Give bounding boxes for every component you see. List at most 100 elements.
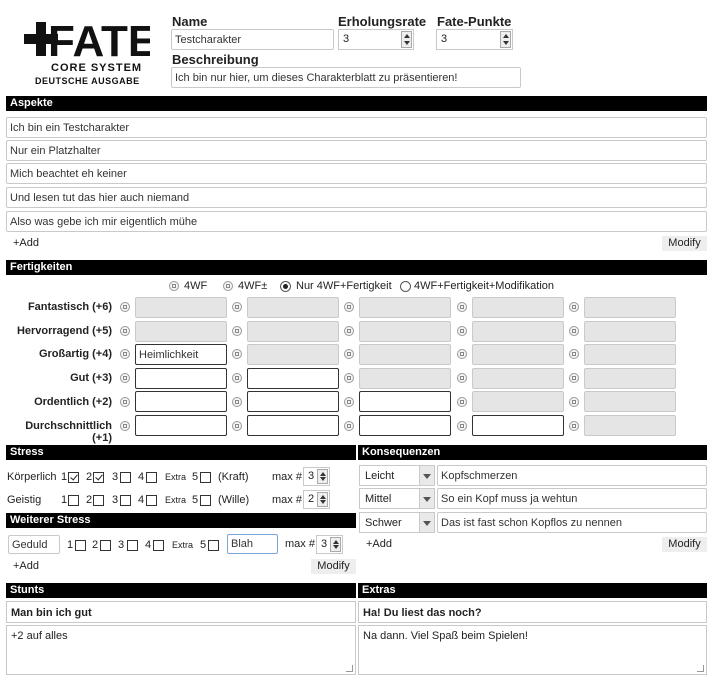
resize-grip-icon[interactable] xyxy=(346,665,353,672)
fate-dice-icon[interactable] xyxy=(232,326,242,336)
skill-slot[interactable] xyxy=(584,415,676,436)
stress-max-stepper[interactable]: 2 xyxy=(303,490,330,509)
skill-slot[interactable] xyxy=(135,344,227,365)
skill-slot[interactable] xyxy=(472,344,564,365)
stress-checkbox[interactable] xyxy=(120,495,131,506)
consequence-severity-select[interactable]: Leicht xyxy=(359,465,435,486)
stress-checkbox[interactable] xyxy=(200,472,211,483)
consequence-input[interactable] xyxy=(437,512,707,533)
stress-checkbox[interactable] xyxy=(208,540,219,551)
fate-dice-icon[interactable] xyxy=(120,326,130,336)
skill-slot[interactable] xyxy=(584,391,676,412)
fate-dice-icon[interactable] xyxy=(569,421,579,431)
fate-dice-icon[interactable] xyxy=(120,302,130,312)
option-label[interactable]: 4WF± xyxy=(238,280,267,292)
option-label[interactable]: 4WF xyxy=(184,280,207,292)
skill-slot[interactable] xyxy=(472,297,564,318)
consequences-modify-button[interactable]: Modify xyxy=(662,537,707,552)
stunt-name-input[interactable]: Man bin ich gut xyxy=(6,601,356,623)
fate-dice-icon[interactable] xyxy=(569,397,579,407)
option-label[interactable]: Nur 4WF+Fertigkeit xyxy=(296,280,392,292)
skill-slot[interactable] xyxy=(247,297,339,318)
aspect-input[interactable] xyxy=(6,117,707,138)
spinner-arrows-icon[interactable] xyxy=(500,31,511,48)
skill-slot[interactable] xyxy=(359,321,451,342)
aspect-input[interactable] xyxy=(6,163,707,184)
stress-max-stepper[interactable]: 3 xyxy=(303,467,330,486)
fate-dice-icon[interactable] xyxy=(344,326,354,336)
fate-dice-icon[interactable] xyxy=(344,349,354,359)
stress-checkbox[interactable] xyxy=(153,540,164,551)
skill-slot[interactable] xyxy=(135,415,227,436)
skill-slot[interactable] xyxy=(135,297,227,318)
extra-name-input[interactable]: Ha! Du liest das noch? xyxy=(358,601,707,623)
fate-dice-icon[interactable] xyxy=(120,397,130,407)
fate-dice-icon[interactable] xyxy=(569,326,579,336)
stress-checkbox[interactable] xyxy=(146,495,157,506)
fate-dice-icon[interactable] xyxy=(457,397,467,407)
stress-checkbox[interactable] xyxy=(100,540,111,551)
stress-checkbox[interactable] xyxy=(146,472,157,483)
skill-slot[interactable] xyxy=(247,368,339,389)
stress-checkbox[interactable] xyxy=(93,495,104,506)
skill-slot[interactable] xyxy=(359,391,451,412)
stress-checkbox[interactable] xyxy=(120,472,131,483)
consequence-input[interactable] xyxy=(437,465,707,486)
spinner-arrows-icon[interactable] xyxy=(317,492,328,507)
consequence-input[interactable] xyxy=(437,488,707,509)
fate-dice-icon[interactable] xyxy=(457,373,467,383)
skill-slot[interactable] xyxy=(472,415,564,436)
fate-dice-icon[interactable] xyxy=(120,349,130,359)
fate-dice-icon[interactable] xyxy=(569,373,579,383)
skill-slot[interactable] xyxy=(472,368,564,389)
aspects-add-button[interactable]: +Add xyxy=(8,236,44,251)
fate-dice-icon[interactable] xyxy=(232,302,242,312)
spinner-arrows-icon[interactable] xyxy=(401,31,412,48)
fate-dice-icon[interactable] xyxy=(344,397,354,407)
stress-add-button[interactable]: +Add xyxy=(8,559,44,574)
name-input[interactable] xyxy=(171,29,334,50)
fate-dice-icon[interactable] xyxy=(344,373,354,383)
chevron-down-icon[interactable] xyxy=(419,489,434,508)
fate-dice-icon[interactable] xyxy=(457,326,467,336)
skill-slot[interactable] xyxy=(472,391,564,412)
fate-dice-icon[interactable] xyxy=(120,373,130,383)
fate-dice-icon[interactable] xyxy=(344,302,354,312)
fate-dice-icon[interactable] xyxy=(457,302,467,312)
skill-slot[interactable] xyxy=(359,368,451,389)
fate-stepper[interactable]: 3 xyxy=(436,29,513,50)
stress-checkbox[interactable] xyxy=(93,472,104,483)
refresh-stepper[interactable]: 3 xyxy=(338,29,414,50)
stress-checkbox[interactable] xyxy=(127,540,138,551)
stress-checkbox[interactable] xyxy=(68,472,79,483)
option-label[interactable]: 4WF+Fertigkeit+Modifikation xyxy=(414,280,554,292)
fate-dice-icon[interactable] xyxy=(344,421,354,431)
aspect-input[interactable] xyxy=(6,187,707,208)
spinner-arrows-icon[interactable] xyxy=(330,537,341,552)
fate-dice-icon[interactable] xyxy=(232,349,242,359)
fate-dice-icon[interactable] xyxy=(457,421,467,431)
skill-slot[interactable] xyxy=(359,415,451,436)
skill-slot[interactable] xyxy=(359,297,451,318)
custom-stress-tag-input[interactable] xyxy=(227,534,278,554)
fate-dice-icon[interactable] xyxy=(232,421,242,431)
stress-modify-button[interactable]: Modify xyxy=(311,559,356,574)
skill-slot[interactable] xyxy=(359,344,451,365)
skill-slot[interactable] xyxy=(247,321,339,342)
stunt-textarea[interactable]: +2 auf alles xyxy=(6,625,356,675)
skill-slot[interactable] xyxy=(247,344,339,365)
aspect-input[interactable] xyxy=(6,140,707,161)
skill-slot[interactable] xyxy=(135,391,227,412)
fate-dice-icon[interactable] xyxy=(232,397,242,407)
stress-checkbox[interactable] xyxy=(200,495,211,506)
custom-stress-max-stepper[interactable]: 3 xyxy=(316,535,343,554)
fate-dice-icon[interactable] xyxy=(569,302,579,312)
chevron-down-icon[interactable] xyxy=(419,466,434,485)
description-input[interactable] xyxy=(171,67,521,88)
skill-slot[interactable] xyxy=(584,321,676,342)
fate-dice-icon[interactable] xyxy=(120,421,130,431)
consequence-severity-select[interactable]: Schwer xyxy=(359,512,435,533)
fate-dice-icon[interactable] xyxy=(569,349,579,359)
chevron-down-icon[interactable] xyxy=(419,513,434,532)
dice-mode-radio[interactable] xyxy=(280,281,291,292)
